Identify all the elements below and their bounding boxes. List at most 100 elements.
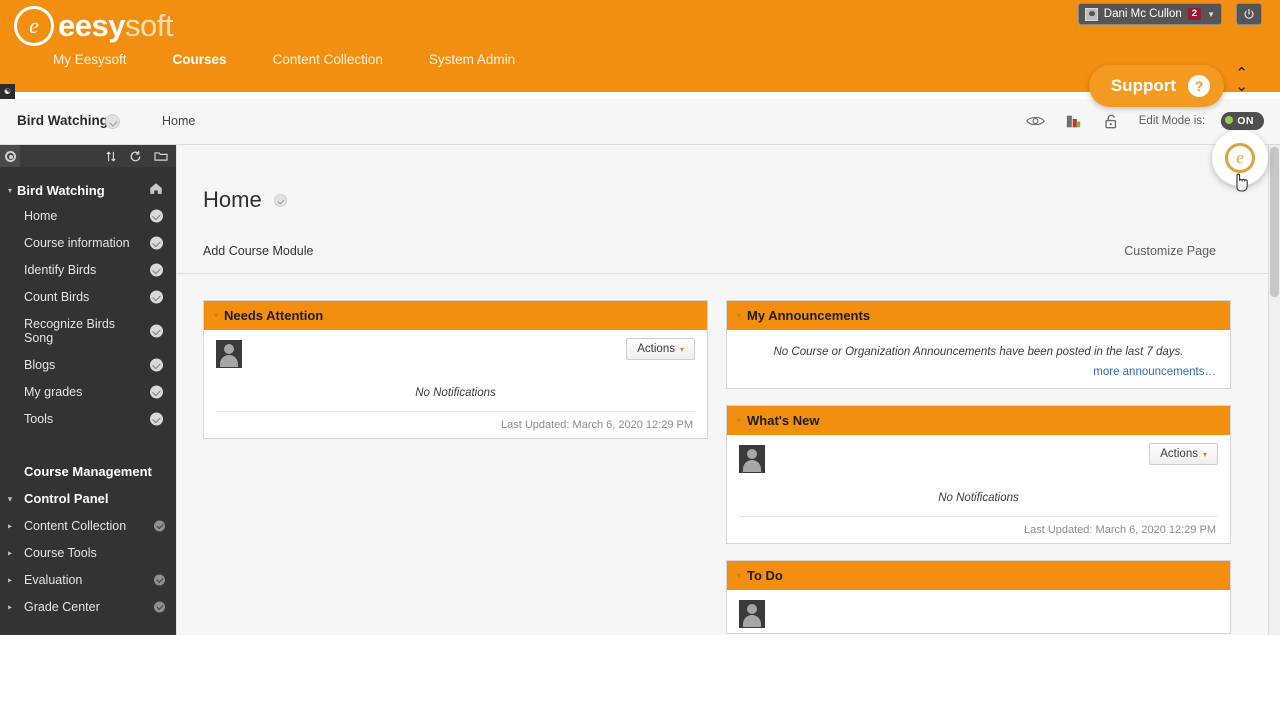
breadcrumb-current[interactable]: Home xyxy=(162,114,195,128)
collapse-icon[interactable]: ▾ xyxy=(737,571,741,580)
global-nav: My Eesysoft Courses Content Collection S… xyxy=(30,52,538,67)
module-title: What's New xyxy=(747,413,820,428)
chevron-down-icon: ▼ xyxy=(1207,9,1215,19)
course-menu-nav: ▾ Bird Watching Home Course information … xyxy=(0,167,176,620)
page-scrollbar[interactable] xyxy=(1268,145,1280,635)
nav-my-eesysoft[interactable]: My Eesysoft xyxy=(30,52,150,67)
collapse-icon[interactable]: ▾ xyxy=(737,416,741,425)
sidebar-item-label: Identify Birds xyxy=(24,262,97,277)
chevron-down-icon[interactable]: ⌄ xyxy=(1235,79,1248,94)
breadcrumb-course-chevron-down-circle-icon[interactable] xyxy=(105,114,120,129)
module-needs-attention: ▾ Needs Attention Actions ▾ No Notificati… xyxy=(203,300,708,439)
announcements-empty-text: No Course or Organization Announcements … xyxy=(773,346,1184,358)
customize-page-button[interactable]: Customize Page xyxy=(1124,244,1216,258)
chevron-down-circle-icon[interactable] xyxy=(150,236,163,249)
logo-name-light: soft xyxy=(124,8,173,43)
sidebar-item-label: Blogs xyxy=(24,357,56,372)
accessibility-report-icon[interactable] xyxy=(1063,111,1085,131)
empty-state-text: No Notifications xyxy=(415,387,496,399)
nav-courses[interactable]: Courses xyxy=(150,52,250,67)
sidebar-item-grade-center[interactable]: ▸ Grade Center xyxy=(0,593,176,620)
breadcrumb-course[interactable]: Bird Watching xyxy=(17,113,108,128)
unlock-icon[interactable] xyxy=(1101,111,1123,131)
module-last-updated: Last Updated: March 6, 2020 12:29 PM xyxy=(739,516,1218,543)
actions-button[interactable]: Actions ▾ xyxy=(626,338,695,360)
user-menu[interactable]: Dani Mc Cullon 2 ▼ xyxy=(1077,3,1222,25)
page-tab-handle[interactable]: ☯ xyxy=(0,84,15,99)
eesysoft-logo[interactable]: e eesysoft xyxy=(14,6,173,46)
student-preview-icon[interactable] xyxy=(1025,111,1047,131)
add-course-module-button[interactable]: Add Course Module xyxy=(203,244,313,258)
sidebar-item-blogs[interactable]: Blogs xyxy=(0,351,176,378)
module-header[interactable]: ▾ What's New xyxy=(727,406,1230,435)
course-menu-title: Bird Watching xyxy=(17,183,105,198)
chevron-down-circle-icon[interactable] xyxy=(150,412,163,425)
sidebar-item-label: Control Panel xyxy=(24,491,109,506)
page-bottom-whitespace xyxy=(0,635,1280,725)
user-thumbnail-icon xyxy=(739,600,765,628)
scrollbar-thumb[interactable] xyxy=(1270,147,1279,297)
chevron-down-circle-icon[interactable] xyxy=(150,358,163,371)
actions-button[interactable]: Actions ▾ xyxy=(1149,443,1218,465)
sidebar-item-evaluation[interactable]: ▸ Evaluation xyxy=(0,566,176,593)
user-name: Dani Mc Cullon xyxy=(1103,8,1182,20)
eesysoft-logo-mark: e xyxy=(14,6,54,46)
sidebar-item-tools[interactable]: Tools xyxy=(0,405,176,432)
empty-state-text: No Notifications xyxy=(938,492,1019,504)
module-my-announcements: ▾ My Announcements No Course or Organiza… xyxy=(726,300,1231,389)
reorder-icon[interactable] xyxy=(105,150,117,163)
refresh-icon[interactable] xyxy=(129,150,142,163)
chevron-right-icon: ▸ xyxy=(8,548,13,557)
sidebar-item-my-grades[interactable]: My grades xyxy=(0,378,176,405)
user-thumbnail-icon xyxy=(739,445,765,473)
sidebar-item-control-panel[interactable]: ▾ Control Panel xyxy=(0,485,176,512)
support-button[interactable]: Support ? xyxy=(1088,65,1224,107)
chevron-down-circle-icon[interactable] xyxy=(150,385,163,398)
home-icon[interactable] xyxy=(149,182,163,200)
page-title-chevron-down-circle-icon[interactable] xyxy=(274,193,288,207)
chevron-down-circle-icon[interactable] xyxy=(150,324,163,337)
folder-icon[interactable] xyxy=(154,150,168,162)
module-header[interactable]: ▾ Needs Attention xyxy=(204,301,707,330)
chevron-down-circle-icon[interactable] xyxy=(154,520,165,531)
nav-content-collection[interactable]: Content Collection xyxy=(250,52,406,67)
sidebar-item-course-tools[interactable]: ▸ Course Tools xyxy=(0,539,176,566)
support-button-label: Support xyxy=(1110,76,1176,95)
module-header[interactable]: ▾ To Do xyxy=(727,561,1230,590)
course-menu-toolbar-icons xyxy=(105,145,168,167)
module-body: Actions ▾ No Notifications Last Updated: … xyxy=(727,435,1230,543)
support-widget-expander[interactable]: ⌃ ⌄ xyxy=(1235,66,1248,94)
course-menu-toolbar xyxy=(0,145,176,167)
eesysoft-logo-text: eesysoft xyxy=(58,8,173,44)
sidebar-item-label: Count Birds xyxy=(24,289,90,304)
chevron-down-circle-icon[interactable] xyxy=(150,290,163,303)
chevron-down-circle-icon[interactable] xyxy=(150,263,163,276)
logout-button[interactable] xyxy=(1236,3,1262,25)
nav-system-admin[interactable]: System Admin xyxy=(406,52,538,67)
chevron-right-icon: ▸ xyxy=(8,575,13,584)
help-icon: ? xyxy=(1188,75,1210,97)
sidebar-item-content-collection[interactable]: ▸ Content Collection xyxy=(0,512,176,539)
sidebar-item-home[interactable]: Home xyxy=(0,202,176,229)
more-announcements-link[interactable]: more announcements… xyxy=(739,360,1218,386)
sidebar-item-label: Grade Center xyxy=(24,599,100,614)
chevron-down-circle-icon[interactable] xyxy=(154,574,165,585)
chevron-down-circle-icon[interactable] xyxy=(154,601,165,612)
gear-icon[interactable] xyxy=(0,145,20,167)
collapse-icon[interactable]: ▾ xyxy=(214,311,218,320)
sidebar-item-label: Evaluation xyxy=(24,572,83,587)
sidebar-item-count-birds[interactable]: Count Birds xyxy=(0,283,176,310)
sidebar-item-identify-birds[interactable]: Identify Birds xyxy=(0,256,176,283)
edit-mode-label: Edit Mode is: xyxy=(1138,115,1206,127)
module-title: Needs Attention xyxy=(224,308,324,323)
collapse-icon[interactable]: ▾ xyxy=(737,311,741,320)
user-avatar-icon xyxy=(1084,7,1098,21)
sidebar-item-recognize-birds-song[interactable]: Recognize Birds Song xyxy=(0,310,176,351)
module-header[interactable]: ▾ My Announcements xyxy=(727,301,1230,330)
chevron-down-icon: ▾ xyxy=(8,494,13,503)
course-menu-header[interactable]: ▾ Bird Watching xyxy=(0,179,176,202)
sidebar-item-label: My grades xyxy=(24,384,83,399)
chevron-down-circle-icon[interactable] xyxy=(150,209,163,222)
edit-mode-toggle[interactable]: ON xyxy=(1221,112,1264,130)
sidebar-item-course-information[interactable]: Course information xyxy=(0,229,176,256)
